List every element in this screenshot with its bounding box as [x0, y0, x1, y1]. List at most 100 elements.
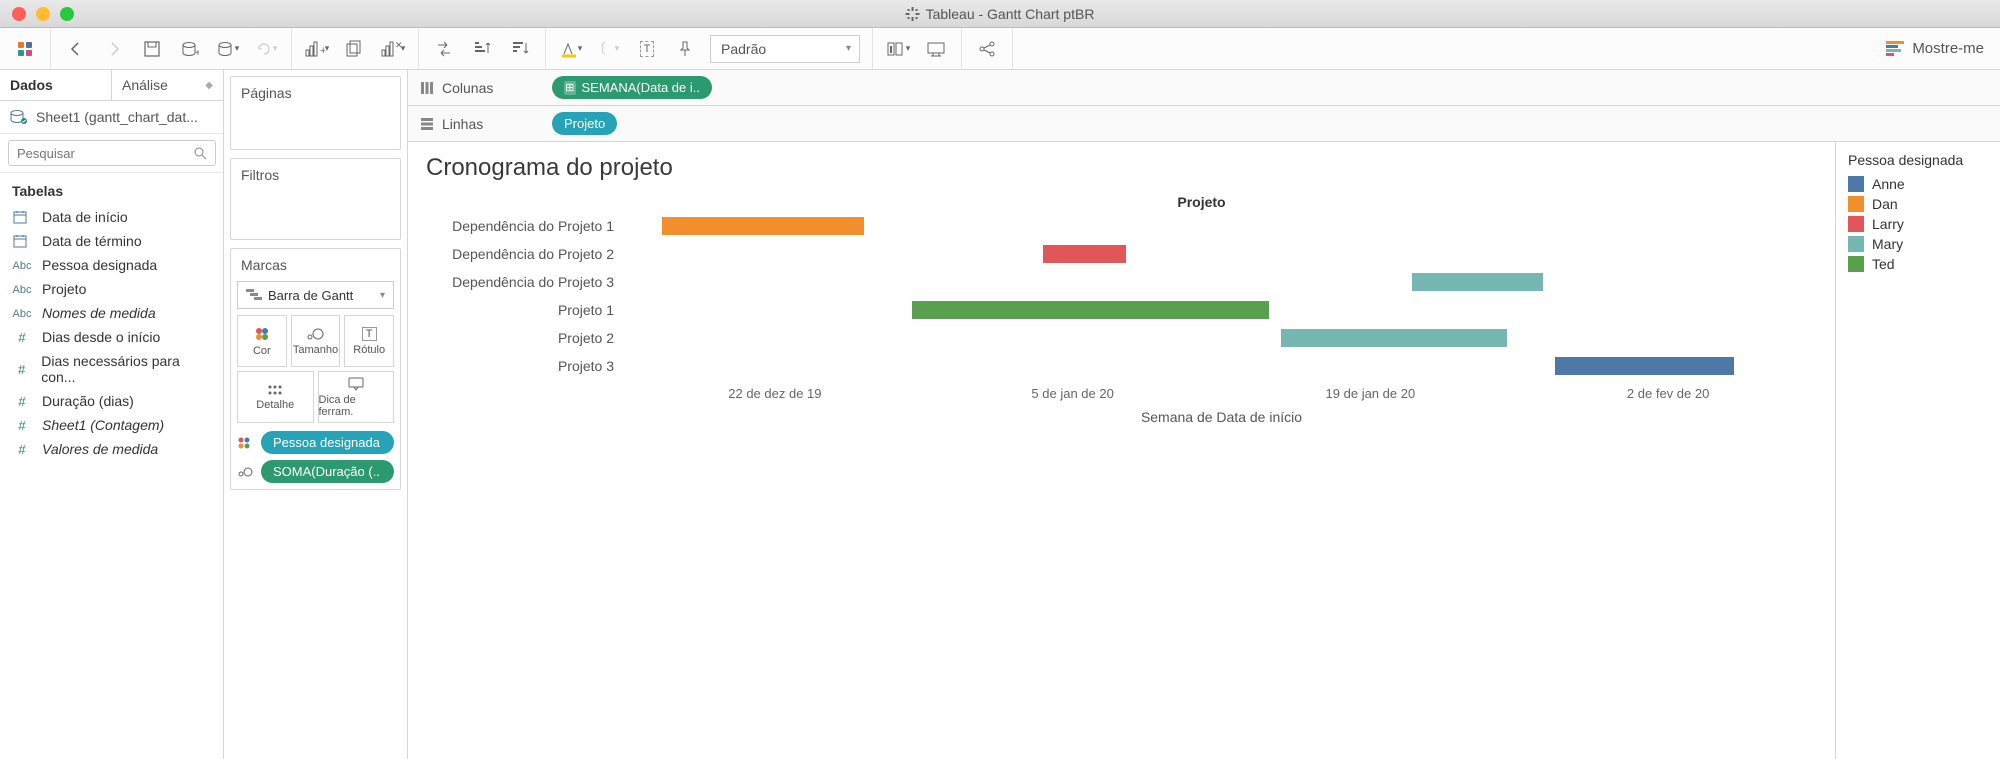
datasource-icon: [10, 109, 28, 125]
undo-button[interactable]: ▾: [253, 36, 279, 62]
gantt-row-label[interactable]: Dependência do Projeto 3: [426, 268, 626, 296]
clear-button[interactable]: ✕▾: [380, 36, 406, 62]
field-label: Dias necessários para con...: [41, 353, 211, 385]
minimize-icon[interactable]: [36, 7, 50, 21]
field-item[interactable]: #Sheet1 (Contagem): [0, 413, 223, 437]
legend-label: Dan: [1872, 196, 1898, 212]
hash-icon: #: [12, 442, 32, 457]
close-icon[interactable]: [12, 7, 26, 21]
gantt-bar[interactable]: [662, 217, 864, 235]
gantt-bar[interactable]: [1555, 357, 1734, 375]
legend-item[interactable]: Dan: [1848, 194, 1988, 214]
rows-icon: [420, 117, 434, 131]
date-icon: [12, 233, 32, 249]
field-item[interactable]: #Dias desde o início: [0, 325, 223, 349]
legend-swatch: [1848, 216, 1864, 232]
columns-pill[interactable]: ⊞SEMANA(Data de i..: [552, 76, 712, 99]
highlight-button[interactable]: ▾: [558, 36, 584, 62]
color-icon: [254, 326, 270, 342]
presentation-button[interactable]: [923, 36, 949, 62]
mark-size-button[interactable]: Tamanho: [291, 315, 341, 367]
fit-select[interactable]: Padrão: [710, 35, 860, 63]
gantt-row-label[interactable]: Projeto 2: [426, 324, 626, 352]
field-label: Projeto: [42, 281, 86, 297]
forward-button[interactable]: [101, 36, 127, 62]
main-toolbar: + ▾ ▾ +▾ ✕▾ ▾ ▾ T Padrão ▾ Mostre-me: [0, 28, 2000, 70]
mark-color-button[interactable]: Cor: [237, 315, 287, 367]
tooltip-icon: [348, 377, 364, 391]
show-cards-button[interactable]: ▾: [885, 36, 911, 62]
chart-view[interactable]: Cronograma do projeto Projeto Dependênci…: [408, 142, 1836, 759]
size-icon: [237, 466, 255, 478]
legend-label: Ted: [1872, 256, 1895, 272]
swap-button[interactable]: [431, 36, 457, 62]
tableau-logo[interactable]: [12, 36, 38, 62]
mark-pill[interactable]: Pessoa designada: [261, 431, 394, 454]
field-item[interactable]: #Duração (dias): [0, 389, 223, 413]
pages-shelf[interactable]: Páginas: [230, 76, 401, 150]
legend-card[interactable]: Pessoa designada Anne Dan Larry Mary Ted: [1836, 142, 2000, 759]
chart-title[interactable]: Cronograma do projeto: [426, 154, 1817, 182]
text-label-button[interactable]: T: [634, 36, 660, 62]
legend-item[interactable]: Mary: [1848, 234, 1988, 254]
field-item[interactable]: Data de término: [0, 229, 223, 253]
sort-asc-button[interactable]: [469, 36, 495, 62]
columns-shelf[interactable]: Colunas ⊞SEMANA(Data de i..: [408, 70, 2000, 106]
legend-title: Pessoa designada: [1848, 152, 1988, 168]
field-label: Nomes de medida: [42, 305, 156, 321]
show-me-button[interactable]: Mostre-me: [1886, 40, 2000, 57]
share-button[interactable]: [974, 36, 1000, 62]
field-label: Dias desde o início: [42, 329, 160, 345]
refresh-button[interactable]: ▾: [215, 36, 241, 62]
save-button[interactable]: [139, 36, 165, 62]
legend-item[interactable]: Larry: [1848, 214, 1988, 234]
gantt-row-label[interactable]: Projeto 1: [426, 296, 626, 324]
show-me-icon: [1886, 41, 1904, 57]
pin-button[interactable]: [672, 36, 698, 62]
tab-data[interactable]: Dados: [0, 70, 112, 100]
mark-label-button[interactable]: T Rótulo: [344, 315, 394, 367]
legend-item[interactable]: Anne: [1848, 174, 1988, 194]
legend-label: Larry: [1872, 216, 1904, 232]
field-item[interactable]: AbcNomes de medida: [0, 301, 223, 325]
field-item[interactable]: Abc Projeto: [0, 277, 223, 301]
sort-desc-button[interactable]: [507, 36, 533, 62]
field-item[interactable]: # Valores de medida: [0, 437, 223, 461]
mark-detail-button[interactable]: Detalhe: [237, 371, 314, 423]
mark-tooltip-button[interactable]: Dica de ferram.: [318, 371, 395, 423]
field-label: Valores de medida: [42, 441, 158, 457]
field-item[interactable]: Abc Pessoa designada: [0, 253, 223, 277]
legend-item[interactable]: Ted: [1848, 254, 1988, 274]
rows-pill[interactable]: Projeto: [552, 112, 617, 135]
abc-icon: Abc: [12, 282, 32, 296]
field-label: Sheet1 (Contagem): [42, 417, 164, 433]
abc-icon: Abc: [12, 258, 32, 272]
field-item[interactable]: #Dias necessários para con...: [0, 349, 223, 389]
gantt-row-label[interactable]: Projeto 3: [426, 352, 626, 380]
gantt-bar[interactable]: [1412, 273, 1543, 291]
legend-label: Mary: [1872, 236, 1903, 252]
data-source-item[interactable]: Sheet1 (gantt_chart_dat...: [0, 101, 223, 134]
window-title: Tableau - Gantt Chart ptBR: [926, 6, 1095, 22]
rows-shelf[interactable]: Linhas Projeto: [408, 106, 2000, 142]
gantt-row-label[interactable]: Dependência do Projeto 2: [426, 240, 626, 268]
gantt-bar[interactable]: [912, 301, 1269, 319]
mark-type-select[interactable]: Barra de Gantt: [237, 281, 394, 309]
search-input[interactable]: [8, 140, 216, 166]
gantt-bar[interactable]: [1043, 245, 1126, 263]
duplicate-button[interactable]: [342, 36, 368, 62]
filters-shelf[interactable]: Filtros: [230, 158, 401, 240]
group-button[interactable]: ▾: [596, 36, 622, 62]
field-label: Pessoa designada: [42, 257, 157, 273]
gantt-bar[interactable]: [1281, 329, 1507, 347]
gantt-row-label[interactable]: Dependência do Projeto 1: [426, 212, 626, 240]
legend-swatch: [1848, 176, 1864, 192]
maximize-icon[interactable]: [60, 7, 74, 21]
tab-analysis[interactable]: Análise◆: [112, 70, 223, 100]
x-axis-label: Semana de Data de início: [426, 409, 1817, 425]
back-button[interactable]: [63, 36, 89, 62]
new-data-source-button[interactable]: +: [177, 36, 203, 62]
field-item[interactable]: Data de início: [0, 205, 223, 229]
new-worksheet-button[interactable]: +▾: [304, 36, 330, 62]
mark-pill[interactable]: SOMA(Duração (..: [261, 460, 394, 483]
